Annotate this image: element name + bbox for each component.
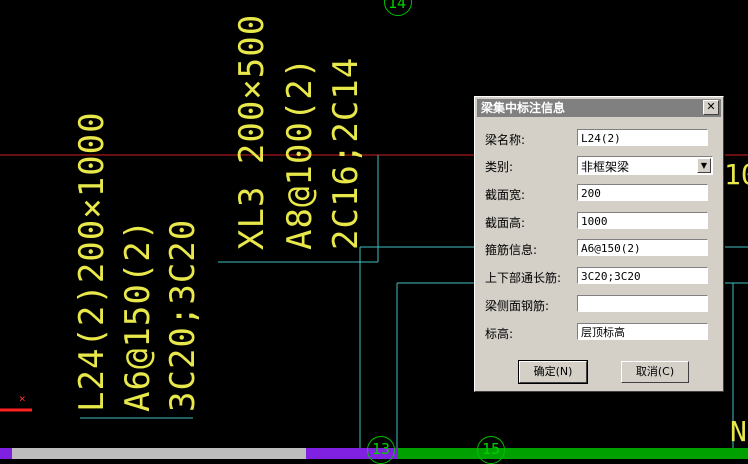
left-beam-stirrup-text[interactable]: A6@150(2): [118, 219, 158, 412]
row-category: 类别: 非框架梁 ▼: [485, 156, 715, 176]
close-button[interactable]: ✕: [703, 100, 719, 115]
section-height-label: 截面高:: [485, 216, 526, 230]
left-beam-size-text[interactable]: L24(2)200×1000: [72, 111, 112, 412]
row-elevation: 标高: 层顶标高: [485, 323, 715, 343]
section-height-input[interactable]: 1000: [577, 212, 708, 229]
side-bars-label: 梁侧面钢筋:: [485, 299, 550, 313]
row-stirrup: 箍筋信息: A6@150(2): [485, 239, 715, 259]
side-bars-input[interactable]: [577, 295, 708, 312]
axis-label-top: 14: [388, 0, 407, 12]
beam-name-input[interactable]: L24(2): [577, 129, 708, 146]
section-width-input[interactable]: 200: [577, 184, 708, 201]
dropdown-arrow-icon[interactable]: ▼: [697, 158, 711, 173]
stirrup-label: 箍筋信息:: [485, 243, 538, 257]
center-beam-stirrup-text[interactable]: A8@100(2): [280, 57, 320, 250]
svg-text:×: ×: [19, 392, 26, 405]
axis-label-13: 13: [372, 440, 391, 458]
center-beam-bars-text[interactable]: 2C16;2C14: [326, 57, 366, 250]
long-bars-label: 上下部通长筋:: [485, 271, 562, 285]
row-beam-name: 梁名称: L24(2): [485, 129, 715, 149]
axis-label-15: 15: [482, 440, 501, 458]
stirrup-input[interactable]: A6@150(2): [577, 239, 708, 256]
right-edge-text-2: N: [730, 415, 747, 448]
section-width-label: 截面宽:: [485, 188, 526, 202]
right-edge-text-1: 10: [724, 158, 748, 191]
close-icon: ✕: [706, 100, 716, 113]
dialog-titlebar[interactable]: 梁集中标注信息 ✕: [477, 99, 721, 117]
category-selected-value: 非框架梁: [581, 160, 630, 174]
row-side-bars: 梁侧面钢筋:: [485, 295, 715, 315]
dialog-title: 梁集中标注信息: [481, 101, 566, 115]
beam-name-label: 梁名称:: [485, 133, 526, 147]
row-section-height: 截面高: 1000: [485, 212, 715, 232]
category-select[interactable]: 非框架梁 ▼: [577, 156, 713, 175]
left-beam-bars-text[interactable]: 3C20;3C20: [163, 219, 203, 412]
elevation-input[interactable]: 层顶标高: [577, 323, 708, 340]
ok-button[interactable]: 确定(N): [518, 360, 588, 384]
long-bars-input[interactable]: 3C20;3C20: [577, 267, 708, 284]
row-section-width: 截面宽: 200: [485, 184, 715, 204]
row-long-bars: 上下部通长筋: 3C20;3C20: [485, 267, 715, 287]
elevation-label: 标高:: [485, 327, 514, 341]
beam-annotation-dialog: 梁集中标注信息 ✕ 梁名称: L24(2) 类别: 非框架梁 ▼ 截面宽: 20…: [474, 96, 724, 392]
category-label: 类别:: [485, 160, 514, 174]
cancel-button[interactable]: 取消(C): [621, 361, 689, 383]
center-beam-size-text[interactable]: XL3 200×500: [232, 14, 272, 250]
